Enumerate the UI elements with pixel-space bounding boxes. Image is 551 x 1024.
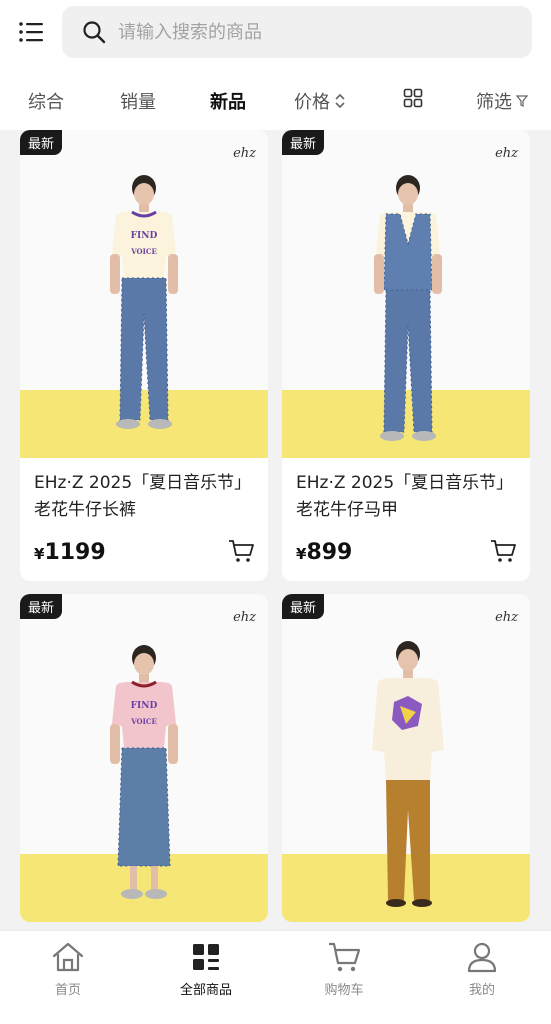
nav-label: 首页 — [54, 983, 81, 998]
currency-symbol: ¥ — [296, 545, 307, 563]
product-image[interactable]: 最新 ehz FIND VOICE — [20, 594, 268, 922]
brand-logo: ehz — [233, 610, 256, 625]
add-to-cart-icon[interactable] — [490, 539, 516, 563]
all-products-icon — [193, 944, 219, 970]
nav-label: 购物车 — [324, 983, 364, 998]
nav-cart[interactable]: 购物车 — [299, 941, 389, 998]
svg-text:FIND: FIND — [131, 231, 158, 241]
header — [0, 0, 551, 70]
new-badge: 最新 — [282, 594, 325, 619]
search-icon — [83, 21, 106, 44]
svg-text:VOICE: VOICE — [130, 717, 157, 726]
add-to-cart-icon[interactable] — [228, 539, 254, 563]
new-badge: 最新 — [282, 130, 325, 155]
tab-label: 筛选 — [476, 92, 512, 113]
tab-comprehensive[interactable]: 综合 — [28, 88, 64, 114]
product-grid: 最新 ehz FIND VOICE EHz·Z 2025「夏日音乐节」老花牛仔长… — [0, 130, 551, 930]
model-figure: FIND VOICE — [110, 175, 178, 429]
brand-logo: ehz — [233, 146, 256, 161]
nav-label: 全部商品 — [179, 983, 232, 998]
currency-symbol: ¥ — [34, 545, 45, 563]
product-title[interactable]: EHz·Z 2025「夏日音乐节」老花牛仔长裤 — [34, 470, 254, 524]
product-card[interactable]: 最新 ehz EHz·Z 2025「夏日音乐节」老花牛仔马甲 ¥899 — [282, 130, 530, 581]
search-input[interactable] — [118, 21, 498, 43]
new-badge: 最新 — [20, 594, 63, 619]
nav-all-products[interactable]: 全部商品 — [161, 941, 251, 998]
model-figure — [372, 641, 444, 907]
tab-filter[interactable]: 筛选 — [476, 88, 528, 114]
price-value: 899 — [306, 540, 353, 565]
tab-new[interactable]: 新品 — [210, 88, 246, 114]
product-image[interactable]: 最新 ehz — [282, 130, 530, 458]
product-card[interactable]: 最新 ehz — [282, 594, 530, 922]
layout-toggle-button[interactable] — [403, 88, 423, 108]
nav-home[interactable]: 首页 — [23, 941, 113, 998]
tab-label: 价格 — [294, 92, 330, 113]
layout-grid-icon — [403, 88, 423, 108]
product-title[interactable]: EHz·Z 2025「夏日音乐节」老花牛仔马甲 — [296, 470, 516, 524]
search-bar[interactable] — [62, 6, 532, 58]
home-icon — [52, 942, 84, 972]
product-card[interactable]: 最新 ehz FIND VOICE EHz·Z 2025「夏日音乐节」老花牛仔长… — [20, 130, 268, 581]
menu-icon[interactable] — [18, 20, 44, 44]
tab-label: 销量 — [120, 92, 156, 113]
nav-profile[interactable]: 我的 — [437, 941, 527, 998]
profile-icon — [467, 942, 497, 973]
sort-updown-icon — [335, 93, 345, 109]
sort-tabs: 综合 销量 新品 价格 筛选 — [0, 70, 551, 130]
product-price: ¥899 — [296, 540, 352, 565]
model-figure — [374, 175, 442, 441]
product-image[interactable]: 最新 ehz — [282, 594, 530, 922]
model-figure: FIND VOICE — [110, 645, 178, 899]
svg-text:FIND: FIND — [131, 701, 158, 711]
tab-label: 综合 — [28, 92, 64, 113]
brand-logo: ehz — [495, 610, 518, 625]
tab-price[interactable]: 价格 — [294, 88, 346, 114]
product-card[interactable]: 最新 ehz FIND VOICE — [20, 594, 268, 922]
tab-sales[interactable]: 销量 — [120, 88, 156, 114]
nav-label: 我的 — [468, 983, 495, 998]
tab-label: 新品 — [210, 92, 246, 113]
cart-icon — [329, 942, 361, 972]
bottom-nav: 首页 全部商品 购物车 我的 — [0, 930, 551, 1024]
svg-text:VOICE: VOICE — [130, 247, 157, 256]
brand-logo: ehz — [495, 146, 518, 161]
new-badge: 最新 — [20, 130, 63, 155]
product-image[interactable]: 最新 ehz FIND VOICE — [20, 130, 268, 458]
filter-icon — [516, 95, 528, 107]
product-price: ¥1199 — [34, 540, 106, 565]
price-value: 1199 — [44, 540, 106, 565]
